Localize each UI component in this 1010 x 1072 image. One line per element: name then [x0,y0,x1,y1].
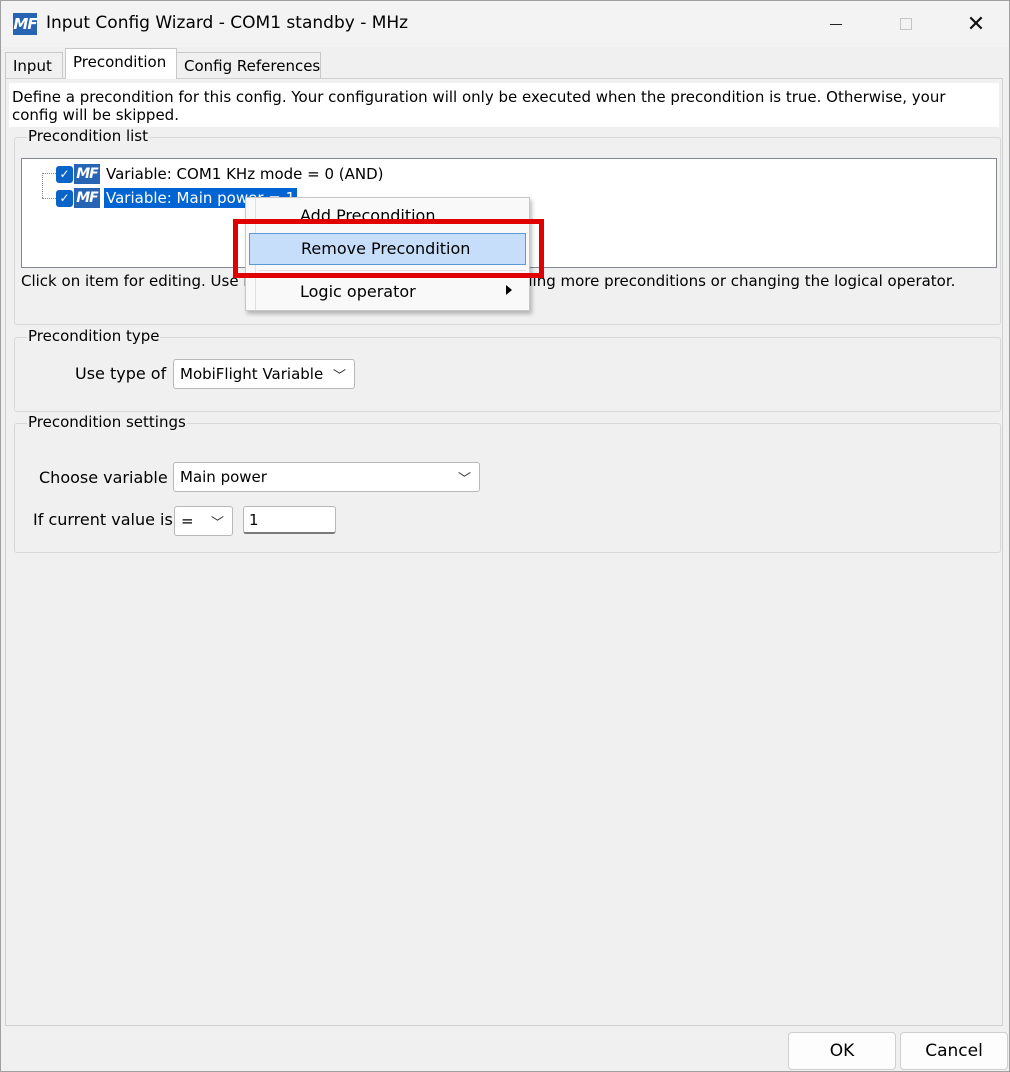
ok-button[interactable]: OK [788,1032,896,1070]
hint-text-start: Click on item for editing. Use r [21,272,250,290]
precondition-item-label: Variable: COM1 KHz mode = 0 (AND) [106,165,384,183]
current-value-label: If current value is [33,510,173,529]
precondition-settings-legend: Precondition settings [27,413,187,431]
close-button[interactable]: ✕ [941,1,1010,47]
minimize-icon [830,23,842,25]
precondition-settings-group: Precondition settings Choose variable Ma… [14,413,1001,553]
minimize-button[interactable] [801,1,871,47]
checkbox-checked-icon[interactable]: ✓ [56,189,73,207]
precondition-description: Define a precondition for this config. Y… [9,83,999,127]
precondition-type-value: MobiFlight Variable [180,365,324,383]
menu-item-add-precondition[interactable]: Add Precondition [249,200,526,232]
mobiflight-item-icon: MF [74,164,100,184]
operator-select[interactable]: = ﹀ [174,506,233,536]
compare-value-input[interactable]: 1 [243,506,336,534]
menu-item-remove-precondition[interactable]: Remove Precondition [249,233,526,265]
tree-connector [42,173,43,198]
context-menu: Add Precondition Remove Precondition Log… [245,197,530,311]
checkbox-checked-icon[interactable]: ✓ [56,165,73,183]
maximize-icon [900,18,912,30]
use-type-label: Use type of [75,364,167,383]
title-bar[interactable]: MF Input Config Wizard - COM1 standby - … [1,1,1009,47]
operator-value: = [181,512,194,530]
chevron-down-icon: ﹀ [332,369,346,384]
hint-text-end: dding more preconditions or changing the… [513,272,956,290]
close-icon: ✕ [966,11,986,37]
precondition-item-com1-khz-mode[interactable]: ✓ MF Variable: COM1 KHz mode = 0 (AND) [56,162,386,186]
cancel-button[interactable]: Cancel [900,1032,1008,1070]
tab-config-references[interactable]: Config References [176,52,321,78]
submenu-arrow-icon [506,285,512,295]
mobiflight-item-icon: MF [74,188,100,208]
variable-value: Main power [180,468,267,486]
menu-item-label: Logic operator [300,282,416,301]
input-config-wizard-window: MF Input Config Wizard - COM1 standby - … [0,0,1010,1072]
precondition-type-select[interactable]: MobiFlight Variable ﹀ [173,359,355,389]
precondition-list-legend: Precondition list [27,127,149,145]
menu-item-logic-operator[interactable]: Logic operator [249,276,526,308]
maximize-button [871,1,941,47]
window-title: Input Config Wizard - COM1 standby - MHz [46,13,409,33]
tab-input[interactable]: Input [5,52,63,78]
precondition-type-group: Precondition type Use type of MobiFlight… [14,327,1001,412]
precondition-type-legend: Precondition type [27,327,161,345]
tree-connector [42,198,56,199]
choose-variable-label: Choose variable [39,468,168,487]
tree-connector [42,173,56,174]
variable-select[interactable]: Main power ﹀ [173,462,480,492]
tab-precondition[interactable]: Precondition [65,48,177,79]
chevron-down-icon: ﹀ [457,472,471,487]
chevron-down-icon: ﹀ [210,516,224,531]
mobiflight-app-icon: MF [13,13,38,35]
menu-separator [258,270,526,271]
